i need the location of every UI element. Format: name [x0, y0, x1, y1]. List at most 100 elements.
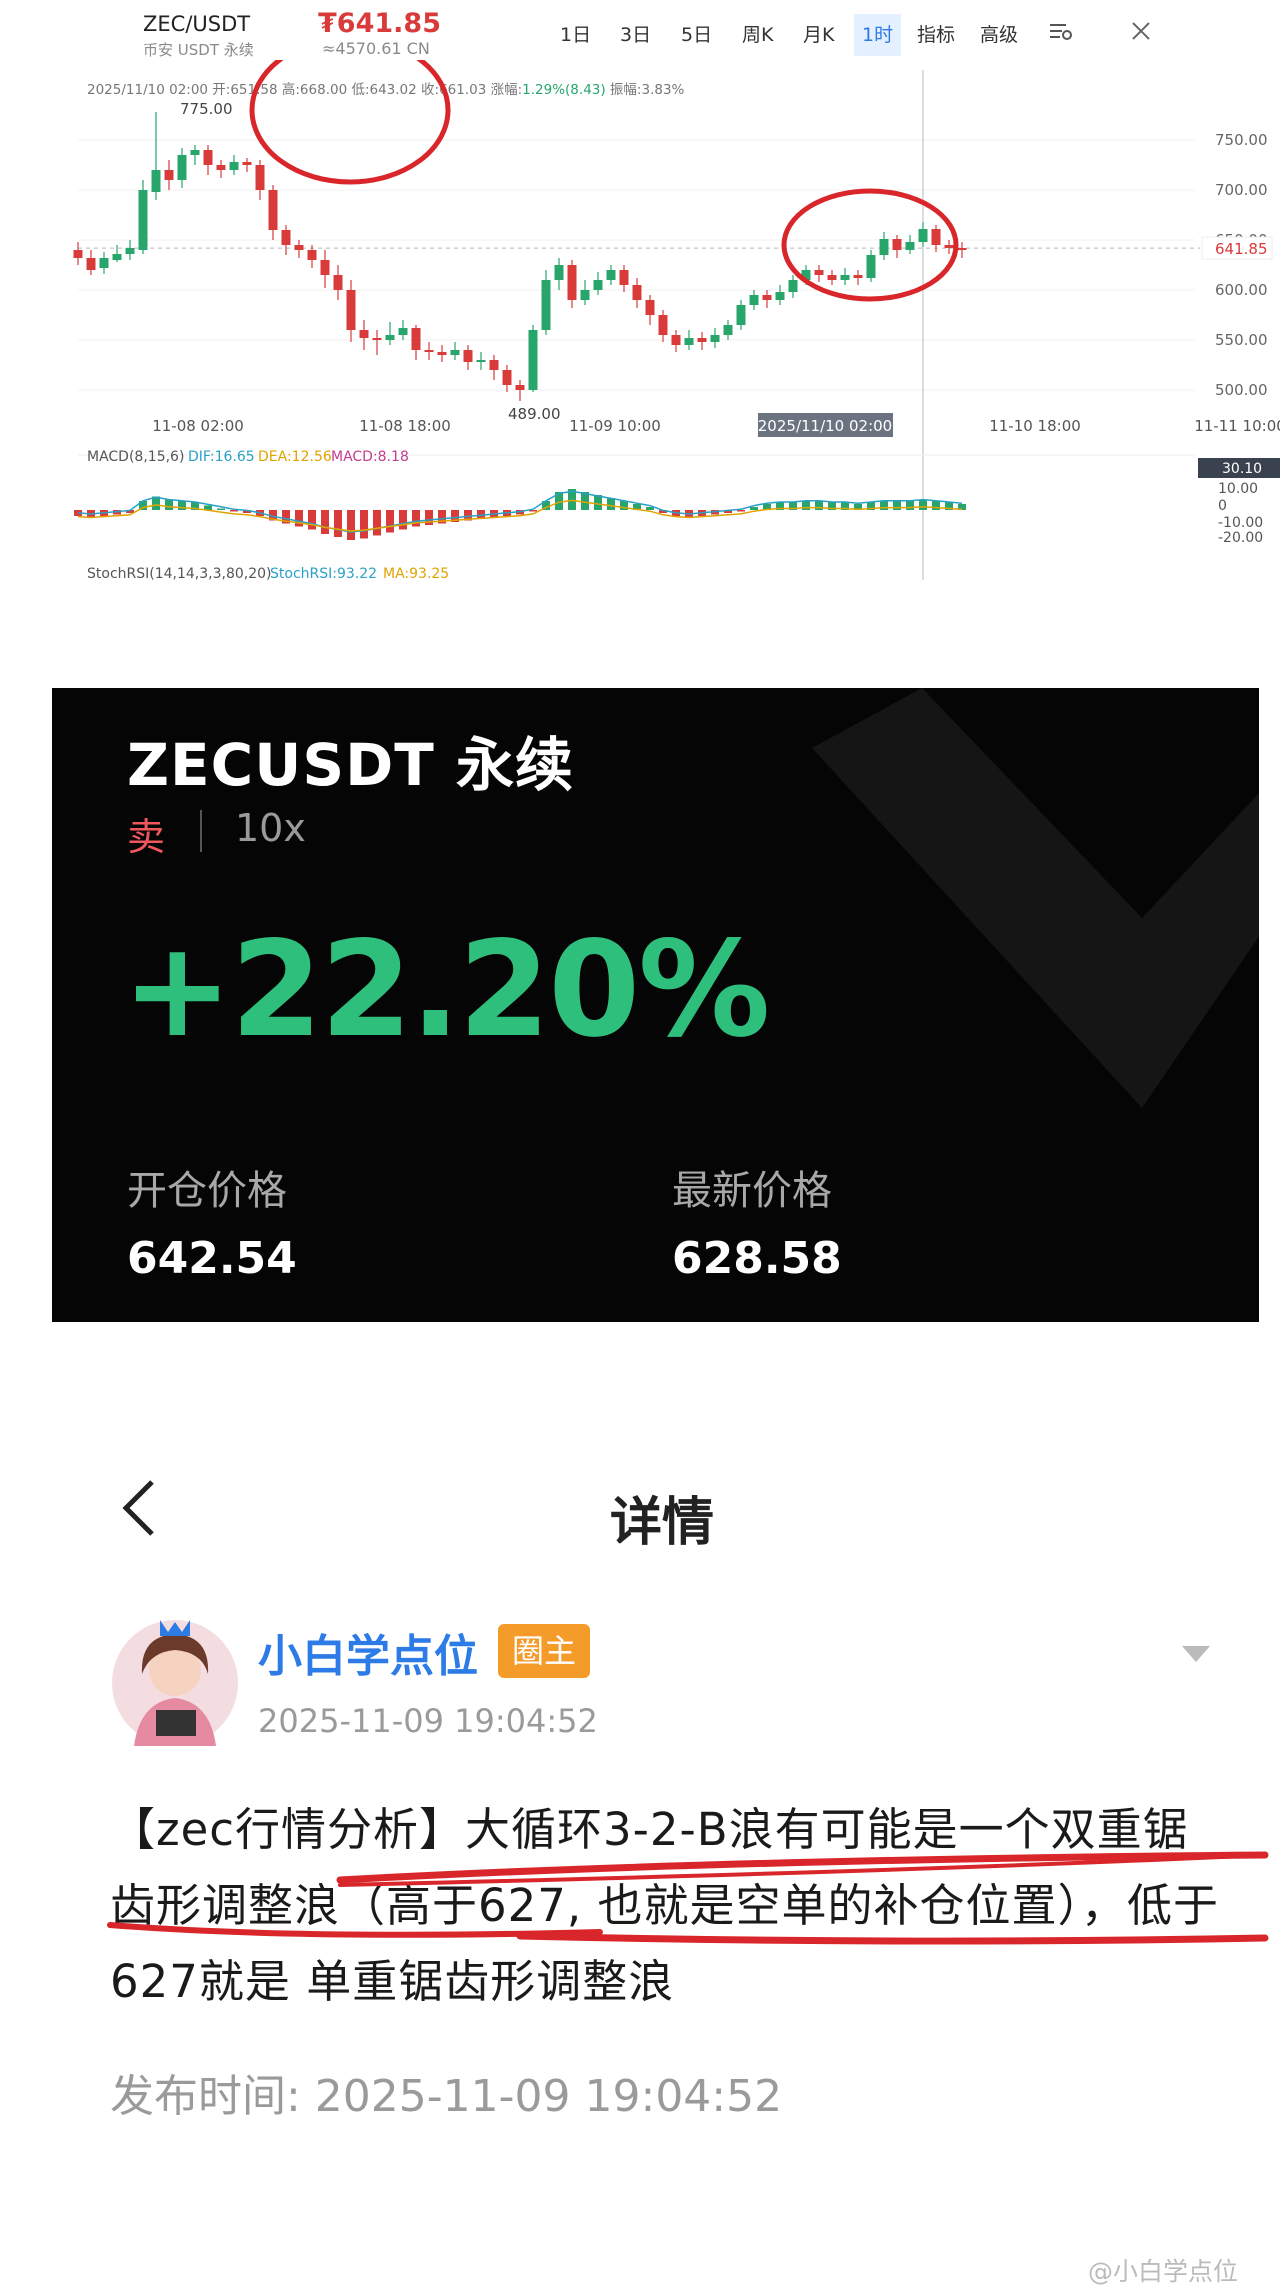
candle-body [372, 338, 382, 340]
macd-bar [334, 510, 342, 537]
candle-body [554, 265, 564, 280]
tab-month[interactable]: 月K [803, 20, 834, 47]
macd-bar [750, 507, 758, 510]
candle-body [866, 255, 876, 278]
red-circle-annotation [781, 188, 959, 302]
red-circle-annotation [249, 60, 451, 185]
candle-body [320, 260, 330, 275]
pair-market: 币安 USDT 永续 [143, 41, 254, 59]
last-price: ₮641.85 [318, 8, 441, 39]
candle-body [515, 385, 525, 390]
macd-dif: DIF:16.65 [188, 449, 255, 465]
watermark: @小白学点位 [1088, 2257, 1239, 2286]
position-symbol: ZECUSDT 永续 [127, 731, 575, 799]
candle-body [580, 290, 590, 300]
stochrsi-label: StochRSI(14,14,3,3,80,20) [87, 566, 272, 582]
candle-body [710, 335, 720, 342]
candle-body [385, 335, 395, 340]
candle-body [99, 258, 109, 268]
candle-body [359, 330, 369, 338]
tab-1h[interactable]: 1时 [854, 14, 902, 56]
macd-bar [321, 510, 329, 534]
tab-3d[interactable]: 3日 [620, 20, 651, 47]
candle-body [190, 150, 200, 155]
candle-body [268, 190, 278, 230]
macd-bar [230, 510, 238, 512]
candle-body [398, 328, 408, 335]
divider [200, 810, 202, 852]
candle-body [619, 270, 629, 285]
dif-line [77, 490, 963, 533]
position-card: ZECUSDT 永续 卖 10x +22.20% 开仓价格 642.54 最新价… [52, 688, 1259, 1322]
candle-body [255, 165, 265, 190]
publish-time: 发布时间: 2025-11-09 19:04:52 [110, 2071, 783, 2122]
macd-bar [165, 499, 173, 510]
position-leverage: 10x [235, 806, 306, 850]
candle-body [281, 230, 291, 245]
candle-body [853, 275, 863, 278]
macd-value: MACD:8.18 [331, 449, 409, 465]
candle-body [905, 242, 915, 250]
price-cny: ≈4570.61 CN [322, 39, 430, 58]
tab-week[interactable]: 周K [742, 20, 773, 47]
candle-body [73, 250, 83, 258]
macd-bar [373, 510, 381, 536]
high-label: 775.00 [180, 100, 233, 118]
price-axis-label: 700.00 [1215, 181, 1268, 199]
time-axis-label: 11-08 02:00 [152, 417, 244, 435]
position-side: 卖 [127, 815, 166, 859]
candle-body [151, 170, 161, 192]
candle-body [450, 350, 460, 355]
candle-body [541, 280, 551, 330]
macd-bar [308, 510, 316, 530]
macd-bar [906, 501, 914, 510]
candle-body [177, 155, 187, 180]
candle-body [112, 254, 122, 260]
stochrsi-ma: MA:93.25 [383, 566, 449, 582]
candle-body [632, 285, 642, 300]
macd-bar [919, 499, 927, 510]
position-pnl: +22.20% [122, 913, 770, 1067]
candle-body [307, 250, 317, 260]
tab-indicators[interactable]: 指标 [917, 20, 955, 47]
latest-price-label: 最新价格 [672, 1168, 832, 1214]
candle-body [788, 280, 798, 292]
candle-body [333, 275, 343, 290]
candle-body [658, 315, 668, 335]
tab-1d[interactable]: 1日 [560, 20, 591, 47]
time-axis-label: 11-08 18:00 [359, 417, 451, 435]
settings-icon[interactable] [1048, 20, 1074, 47]
pair-name[interactable]: ZEC/USDT [143, 12, 250, 36]
time-axis-label: 11-10 18:00 [989, 417, 1081, 435]
stochrsi-value: StochRSI:93.22 [270, 566, 377, 582]
macd-bar [360, 510, 368, 539]
low-label: 489.00 [508, 405, 561, 423]
tab-advanced[interactable]: 高级 [980, 20, 1018, 47]
candle-body [125, 248, 135, 254]
tab-5d[interactable]: 5日 [681, 20, 712, 47]
macd-bar [347, 510, 355, 540]
candle-body [476, 360, 486, 362]
macd-bar [880, 501, 888, 510]
macd-axis-label: 0 [1218, 498, 1227, 514]
macd-axis-label: 30.10 [1222, 461, 1262, 477]
current-price-tag: 641.85 [1215, 240, 1268, 258]
candlestick-chart[interactable]: 750.00700.00650.00600.00550.00500.00641.… [0, 60, 1280, 600]
screenshot-root: ZEC/USDT 币安 USDT 永续 ₮641.85 ≈4570.61 CN … [0, 0, 1280, 2295]
candle-body [736, 305, 746, 325]
macd-bar [737, 510, 745, 512]
close-icon[interactable] [1130, 20, 1152, 47]
macd-dea: DEA:12.56 [258, 449, 332, 465]
candle-body [879, 239, 889, 255]
candle-body [437, 352, 447, 355]
macd-bar [386, 510, 394, 533]
candle-body [463, 350, 473, 362]
candle-body [775, 292, 785, 300]
post-detail: 详情 小白学点位 圈主 2025-11-09 19:04:52 【zec行情分析… [0, 1380, 1280, 2295]
time-axis-label: 11-11 10:00 [1194, 417, 1280, 435]
time-axis-label: 11-09 10:00 [569, 417, 661, 435]
candle-body [684, 338, 694, 345]
candle-body [814, 270, 824, 275]
candle-body [827, 275, 837, 280]
candle-body [840, 275, 850, 280]
